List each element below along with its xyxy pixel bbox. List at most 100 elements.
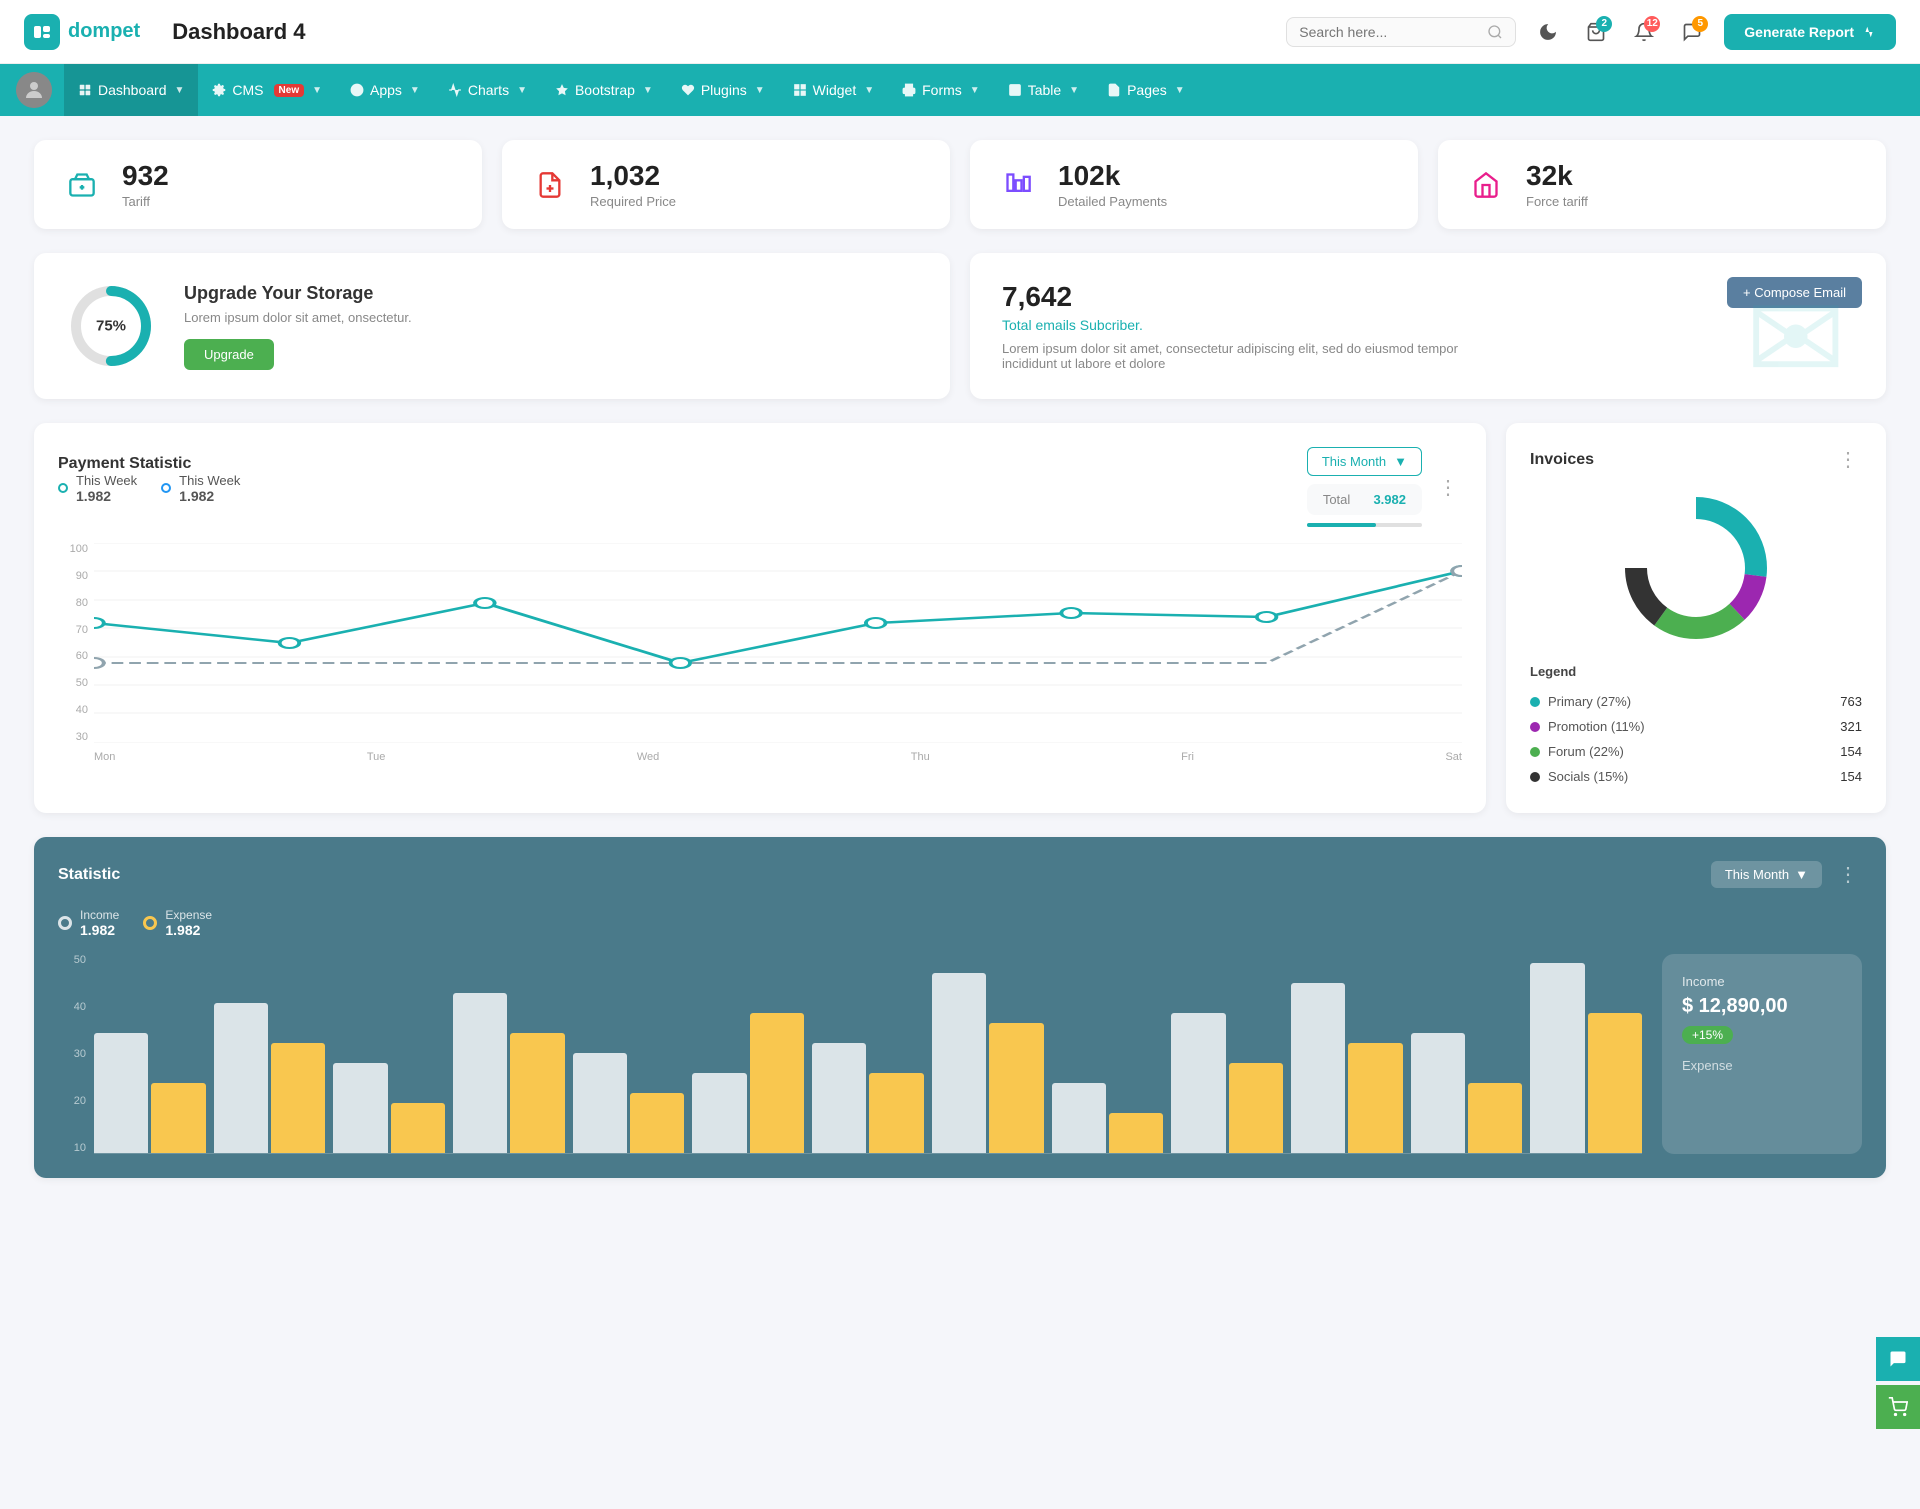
logo[interactable]: dompet — [24, 14, 140, 50]
bar-chart-area: 50 40 30 20 10 — [58, 954, 1642, 1154]
header-right: 2 12 5 Generate Report — [1286, 14, 1896, 50]
page-title: Dashboard 4 — [172, 19, 1286, 45]
storage-card: 75% Upgrade Your Storage Lorem ipsum dol… — [34, 253, 950, 399]
nav-item-cms[interactable]: CMS New ▼ — [198, 64, 336, 116]
nav-label-dashboard: Dashboard — [98, 82, 167, 98]
bell-icon-btn[interactable]: 12 — [1628, 16, 1660, 48]
bar-yellow — [989, 1023, 1043, 1153]
bar-white — [932, 973, 986, 1153]
logo-text: dompet — [68, 20, 140, 43]
storage-info: Upgrade Your Storage Lorem ipsum dolor s… — [184, 283, 412, 370]
stat-card-payments: 102k Detailed Payments — [970, 140, 1418, 229]
bar-yellow — [271, 1043, 325, 1153]
x-axis-labels: Mon Tue Wed Thu Fri Sat — [94, 751, 1462, 763]
nav-item-bootstrap[interactable]: Bootstrap ▼ — [541, 64, 667, 116]
nav-item-forms[interactable]: Forms ▼ — [888, 64, 994, 116]
bar-yellow — [1588, 1013, 1642, 1153]
invoice-item-forum: Forum (22%) 154 — [1530, 739, 1862, 764]
inv-dot-promotion — [1530, 722, 1540, 732]
legend-label-1: This Week — [76, 473, 137, 488]
bar-white — [573, 1053, 627, 1153]
inv-val-promotion: 321 — [1840, 719, 1862, 734]
generate-report-button[interactable]: Generate Report — [1724, 14, 1896, 50]
nav: Dashboard ▼ CMS New ▼ Apps ▼ Charts ▼ Bo… — [0, 64, 1920, 116]
invoices-menu[interactable]: ⋮ — [1834, 447, 1862, 472]
nav-item-table[interactable]: Table ▼ — [994, 64, 1093, 116]
bar-yellow — [1109, 1113, 1163, 1153]
bar-group — [812, 954, 924, 1153]
bar-group — [1530, 954, 1642, 1153]
inv-label-forum: Forum (22%) — [1548, 744, 1624, 759]
bar-group — [573, 954, 685, 1153]
inv-val-forum: 154 — [1840, 744, 1862, 759]
nav-item-widget[interactable]: Widget ▼ — [779, 64, 888, 116]
moon-icon-btn[interactable] — [1532, 16, 1564, 48]
upgrade-button[interactable]: Upgrade — [184, 339, 274, 370]
income-panel-value: $ 12,890,00 — [1682, 995, 1842, 1018]
chat-icon-btn[interactable]: 5 — [1676, 16, 1708, 48]
income-legend: Income 1.982 — [58, 908, 119, 938]
line-chart-svg — [94, 543, 1462, 743]
statistic-menu[interactable]: ⋮ — [1834, 862, 1862, 887]
bar-group — [1171, 954, 1283, 1153]
statistic-body: 50 40 30 20 10 Income $ 12,890,00 +15% E… — [58, 954, 1862, 1154]
logo-icon — [24, 14, 60, 50]
bar-white — [333, 1063, 387, 1153]
legend-val-1: 1.982 — [76, 488, 137, 504]
cart-support-icon[interactable] — [1876, 1385, 1920, 1429]
nav-item-charts[interactable]: Charts ▼ — [434, 64, 541, 116]
bar-yellow — [869, 1073, 923, 1153]
statistic-legend-row: Income 1.982 Expense 1.982 — [58, 908, 1862, 938]
line-chart-area: 100 90 80 70 60 50 40 30 — [58, 543, 1462, 763]
legend-label-2: This Week — [179, 473, 240, 488]
invoice-item-socials: Socials (15%) 154 — [1530, 764, 1862, 789]
inv-label-primary: Primary (27%) — [1548, 694, 1631, 709]
income-panel-label: Income — [1682, 974, 1842, 989]
chat-support-icon[interactable] — [1876, 1337, 1920, 1381]
nav-label-charts: Charts — [468, 82, 509, 98]
inv-dot-forum — [1530, 747, 1540, 757]
bar-white — [1291, 983, 1345, 1153]
stat-icon-tariff — [58, 161, 106, 209]
nav-label-apps: Apps — [370, 82, 402, 98]
search-input[interactable] — [1299, 24, 1479, 40]
nav-item-apps[interactable]: Apps ▼ — [336, 64, 434, 116]
expense-leg-value: 1.982 — [165, 922, 212, 938]
nav-item-dashboard[interactable]: Dashboard ▼ — [64, 64, 198, 116]
bar-groups — [94, 954, 1642, 1154]
nav-cms-badge: New — [274, 84, 305, 97]
bar-white — [812, 1043, 866, 1153]
stat-card-tariff: 932 Tariff — [34, 140, 482, 229]
nav-label-pages: Pages — [1127, 82, 1167, 98]
month-select-button[interactable]: This Month ▼ — [1307, 447, 1422, 476]
bar-yellow — [750, 1013, 804, 1153]
nav-item-plugins[interactable]: Plugins ▼ — [667, 64, 779, 116]
payment-chart-menu[interactable]: ⋮ — [1434, 475, 1462, 500]
payment-chart-header: Payment Statistic This Week 1.982 — [58, 447, 1462, 527]
stat-value-price: 1,032 — [590, 160, 676, 192]
cart-icon-btn[interactable]: 2 — [1580, 16, 1612, 48]
stat-value-tariff: 932 — [122, 160, 169, 192]
bar-group — [453, 954, 565, 1153]
legend-week2: This Week 1.982 — [161, 473, 240, 504]
stat-card-price: 1,032 Required Price — [502, 140, 950, 229]
inv-val-socials: 154 — [1840, 769, 1862, 784]
statistic-month-button[interactable]: This Month ▼ — [1711, 861, 1822, 888]
income-panel: Income $ 12,890,00 +15% Expense — [1662, 954, 1862, 1154]
generate-report-label: Generate Report — [1744, 24, 1854, 40]
bar-y-labels: 50 40 30 20 10 — [58, 954, 86, 1154]
invoices-donut-wrap — [1530, 488, 1862, 648]
inv-dot-socials — [1530, 772, 1540, 782]
inv-val-primary: 763 — [1840, 694, 1862, 709]
legend-val-2: 1.982 — [179, 488, 240, 504]
inv-dot-primary — [1530, 697, 1540, 707]
statistic-header: Statistic This Month ▼ ⋮ — [58, 861, 1862, 888]
storage-desc: Lorem ipsum dolor sit amet, onsectetur. — [184, 310, 412, 325]
nav-label-plugins: Plugins — [701, 82, 747, 98]
bar-white — [1171, 1013, 1225, 1153]
invoice-item-primary: Primary (27%) 763 — [1530, 689, 1862, 714]
support-icons — [1876, 1337, 1920, 1429]
bar-white — [1052, 1083, 1106, 1153]
nav-item-pages[interactable]: Pages ▼ — [1093, 64, 1199, 116]
bar-group — [214, 954, 326, 1153]
